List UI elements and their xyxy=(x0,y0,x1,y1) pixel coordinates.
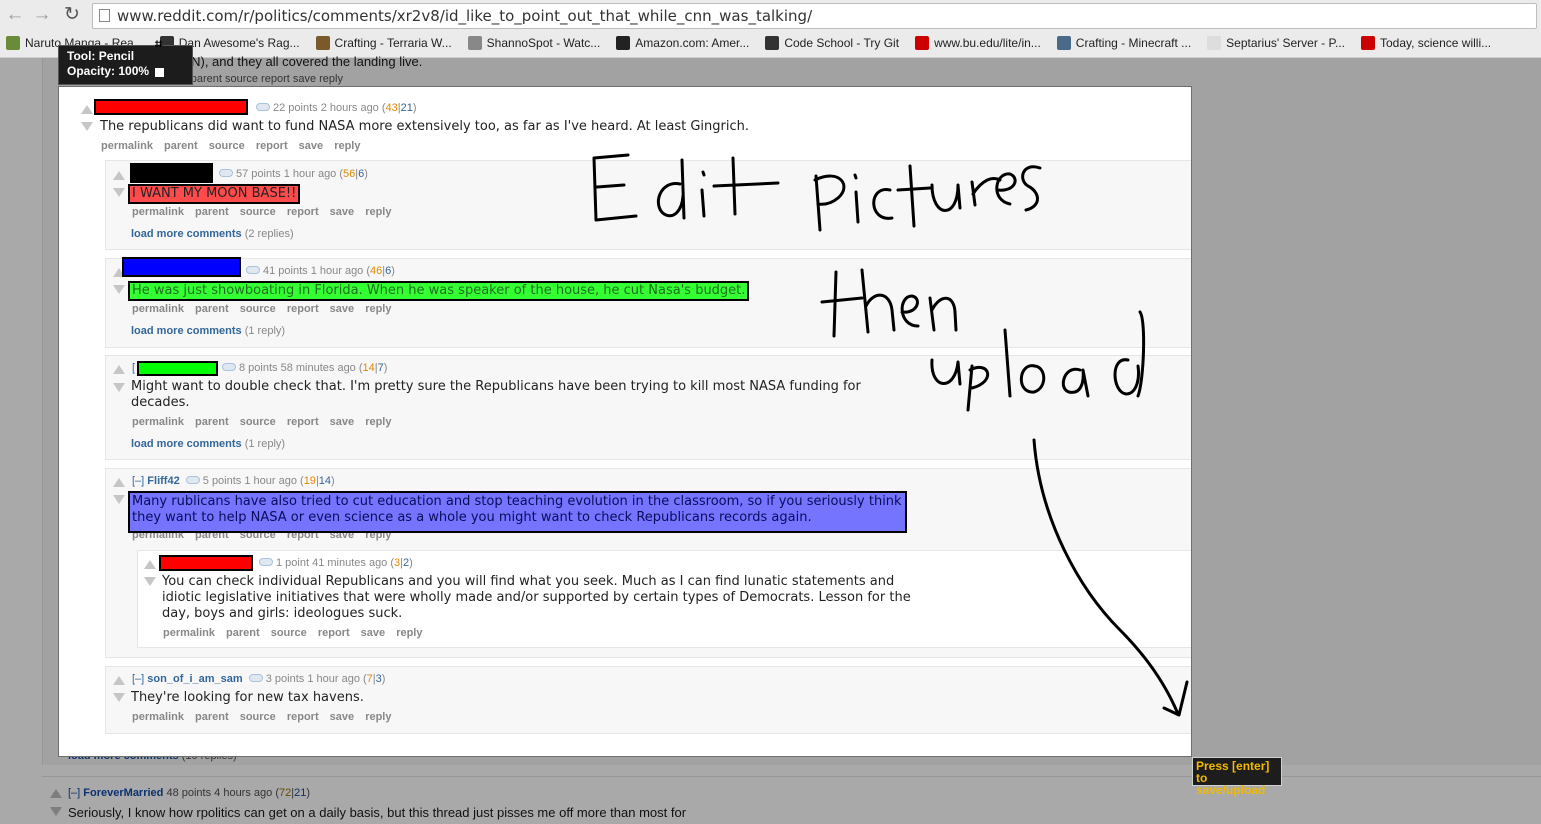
downvote-icon[interactable] xyxy=(113,693,125,702)
highlighted-comment-body: I WANT MY MOON BASE!! xyxy=(128,184,301,204)
comment-actions[interactable]: permalink parent source report save repl… xyxy=(101,140,360,152)
bookmark-label: Today, science willi... xyxy=(1379,36,1492,50)
comment-meta: 1 point 41 minutes ago (3|2) xyxy=(256,557,413,569)
redacted-username xyxy=(122,257,241,277)
comment-meta: [–] son_of_i_am_sam 3 points 1 hour ago … xyxy=(132,673,386,685)
page-icon xyxy=(99,9,110,22)
comment-actions[interactable]: permalink parent source report save repl… xyxy=(132,206,391,218)
bookmark-item[interactable]: ShannoSpot - Watc... xyxy=(462,31,601,55)
bookmark-label: Code School - Try Git xyxy=(784,36,900,50)
browser-chrome: ← → ↻ www.reddit.com/r/politics/comments… xyxy=(0,0,1541,58)
bookmark-favicon-icon xyxy=(1056,36,1071,50)
bookmark-favicon-icon xyxy=(1360,36,1375,50)
tool-tooltip: Tool: Pencil Opacity: 100% xyxy=(58,45,193,85)
collapse-toggle[interactable]: [–] xyxy=(132,673,144,685)
save-upload-button[interactable]: Press [enter] to save/upload xyxy=(1192,757,1282,796)
bookmark-item[interactable]: Today, science willi... xyxy=(1355,31,1491,55)
upvote-icon[interactable] xyxy=(144,560,156,569)
comment-body: Might want to double check that. I'm pre… xyxy=(131,379,861,410)
comment-body: You can check individual Republicans and… xyxy=(162,574,911,621)
comment-body: The republicans did want to fund NASA mo… xyxy=(100,119,750,134)
bookmark-item[interactable]: Septarius' Server - P... xyxy=(1201,31,1345,55)
upvote-icon[interactable] xyxy=(113,365,125,374)
comment-actions[interactable]: permalink parent source report save repl… xyxy=(132,416,391,428)
collapse-toggle[interactable]: [–] xyxy=(132,475,144,487)
bookmark-favicon-icon xyxy=(616,36,631,50)
upvote-icon[interactable] xyxy=(113,676,125,685)
highlighted-comment-body: Many rublicans have also tried to cut ed… xyxy=(128,491,907,533)
url-text: www.reddit.com/r/politics/comments/xr2v8… xyxy=(117,7,813,25)
tool-opacity: Opacity: 100% xyxy=(67,64,150,78)
comment-actions[interactable]: permalink parent source report save repl… xyxy=(132,303,391,315)
comment-body: They're looking for new tax havens. xyxy=(131,690,364,705)
address-bar[interactable]: www.reddit.com/r/politics/comments/xr2v8… xyxy=(92,3,1537,29)
save-line-1: Press [enter] xyxy=(1196,759,1270,773)
background-top-text: (CNN), and they all covered the landing … xyxy=(168,54,423,69)
downvote-icon[interactable] xyxy=(113,188,125,197)
bookmark-label: Amazon.com: Amer... xyxy=(635,36,750,50)
downvote-icon[interactable] xyxy=(144,577,156,586)
background-bottom-body: Seriously, I know how rpolitics can get … xyxy=(68,805,687,820)
bookmark-label: Crafting - Minecraft ... xyxy=(1075,36,1192,50)
bookmark-favicon-icon xyxy=(915,36,930,50)
bookmark-label: Crafting - Terraria W... xyxy=(334,36,452,50)
comment-meta: [–] Fliff42 5 points 1 hour ago (19|14) xyxy=(132,475,335,487)
bookmark-item[interactable]: www.bu.edu/lite/in... xyxy=(909,31,1041,55)
bookmark-item[interactable]: Code School - Try Git xyxy=(759,31,899,55)
comment-meta: 22 points 2 hours ago (43|21) xyxy=(253,102,417,114)
upvote-icon[interactable] xyxy=(50,789,62,798)
highlighted-comment-body: He was just showboating in Florida. When… xyxy=(128,281,750,301)
back-icon[interactable]: ← xyxy=(4,4,26,26)
bookmark-item[interactable]: Amazon.com: Amer... xyxy=(610,31,749,55)
bookmark-label: ShannoSpot - Watc... xyxy=(486,36,601,50)
bookmark-label: Septarius' Server - P... xyxy=(1226,36,1345,50)
comment-toggle[interactable]: [ xyxy=(132,362,135,374)
reload-icon[interactable]: ↻ xyxy=(61,4,83,26)
redacted-username xyxy=(130,163,213,183)
comment-meta: 57 points 1 hour ago (56|6) xyxy=(216,168,368,180)
bookmark-favicon-icon xyxy=(315,36,330,50)
bookmarks-bar: Naruto Manga - Rea... Dan Awesome's Rag..… xyxy=(0,31,1541,55)
redacted-username xyxy=(159,555,253,571)
comment-meta: 41 points 1 hour ago (46|6) xyxy=(243,265,395,277)
bookmark-label: www.bu.edu/lite/in... xyxy=(934,36,1041,50)
bookmark-favicon-icon xyxy=(467,36,482,50)
redacted-username xyxy=(94,99,248,115)
upvote-icon[interactable] xyxy=(81,105,93,114)
pencil-cursor-icon: ⌗ xyxy=(155,36,163,51)
downvote-icon[interactable] xyxy=(81,122,93,131)
upvote-icon[interactable] xyxy=(113,171,125,180)
background-bottom-meta: [–] ForeverMarried 48 points 4 hours ago… xyxy=(68,787,311,799)
load-more-comments[interactable]: load more comments (2 replies) xyxy=(131,228,294,240)
bookmark-favicon-icon xyxy=(6,36,20,50)
bookmark-item[interactable]: Crafting - Terraria W... xyxy=(310,31,452,55)
comment-author[interactable]: son_of_i_am_sam xyxy=(147,673,242,685)
load-more-comments[interactable]: load more comments (1 reply) xyxy=(131,438,285,450)
bookmark-item[interactable]: Crafting - Minecraft ... xyxy=(1051,31,1191,55)
load-more-comments[interactable]: load more comments (1 reply) xyxy=(131,325,285,337)
tool-name: Tool: Pencil xyxy=(67,49,135,63)
bookmark-favicon-icon xyxy=(765,36,780,50)
upvote-icon[interactable] xyxy=(113,478,125,487)
forward-icon[interactable]: → xyxy=(31,4,53,26)
bookmark-favicon-icon xyxy=(1207,36,1222,50)
comment-actions[interactable]: permalink parent source report save repl… xyxy=(132,711,391,723)
bookmark-label: Dan Awesome's Rag... xyxy=(178,36,300,50)
color-swatch xyxy=(155,68,164,77)
downvote-icon[interactable] xyxy=(113,495,125,504)
redacted-username xyxy=(137,361,218,376)
edit-canvas[interactable]: 22 points 2 hours ago (43|21) The republ… xyxy=(58,86,1192,757)
downvote-icon[interactable] xyxy=(113,383,125,392)
downvote-icon[interactable] xyxy=(113,285,125,294)
downvote-icon[interactable] xyxy=(50,807,62,816)
comment-actions[interactable]: permalink parent source report save repl… xyxy=(163,627,422,639)
comment-meta: 8 points 58 minutes ago (14|7) xyxy=(219,362,387,374)
comment-author[interactable]: Fliff42 xyxy=(147,475,179,487)
save-line-2: to save/upload xyxy=(1196,771,1266,797)
